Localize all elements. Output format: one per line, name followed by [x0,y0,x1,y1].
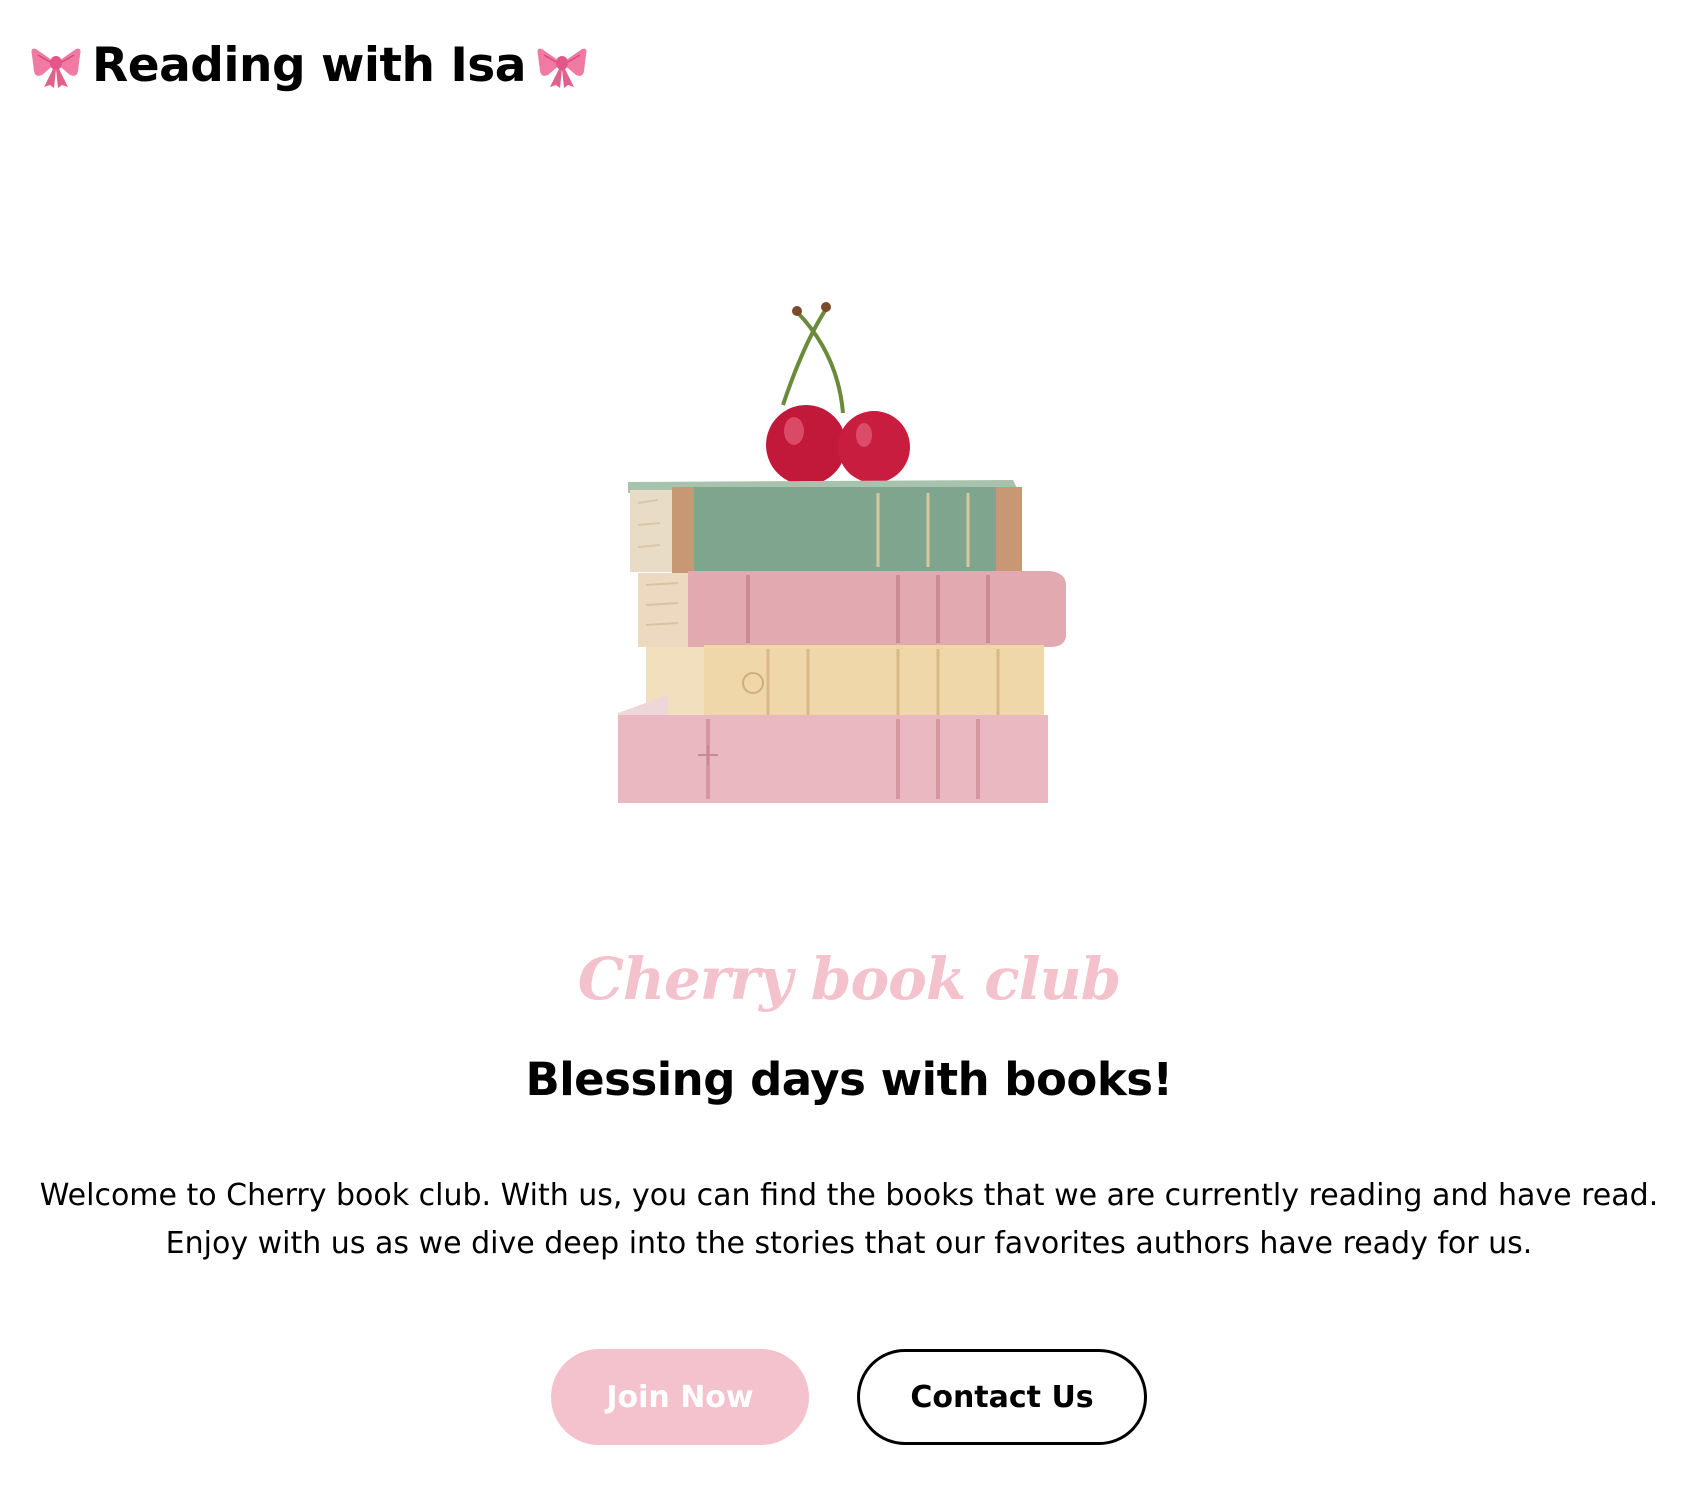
contact-us-button[interactable]: Contact Us [857,1349,1147,1445]
hero-book-stack-image [598,285,1098,825]
join-now-button[interactable]: Join Now [551,1349,809,1445]
cta-buttons: Join Now Contact Us [0,1349,1698,1445]
site-title[interactable]: Reading with Isa [92,38,527,93]
intro-paragraph: Welcome to Cherry book club. With us, yo… [39,1178,1659,1261]
pink-bow-icon [536,41,588,89]
tagline-heading: Blessing days with books! [525,1053,1173,1106]
pink-bow-icon [30,41,82,89]
club-name-heading: Cherry book club [577,945,1122,1013]
site-header: Reading with Isa [30,34,588,96]
